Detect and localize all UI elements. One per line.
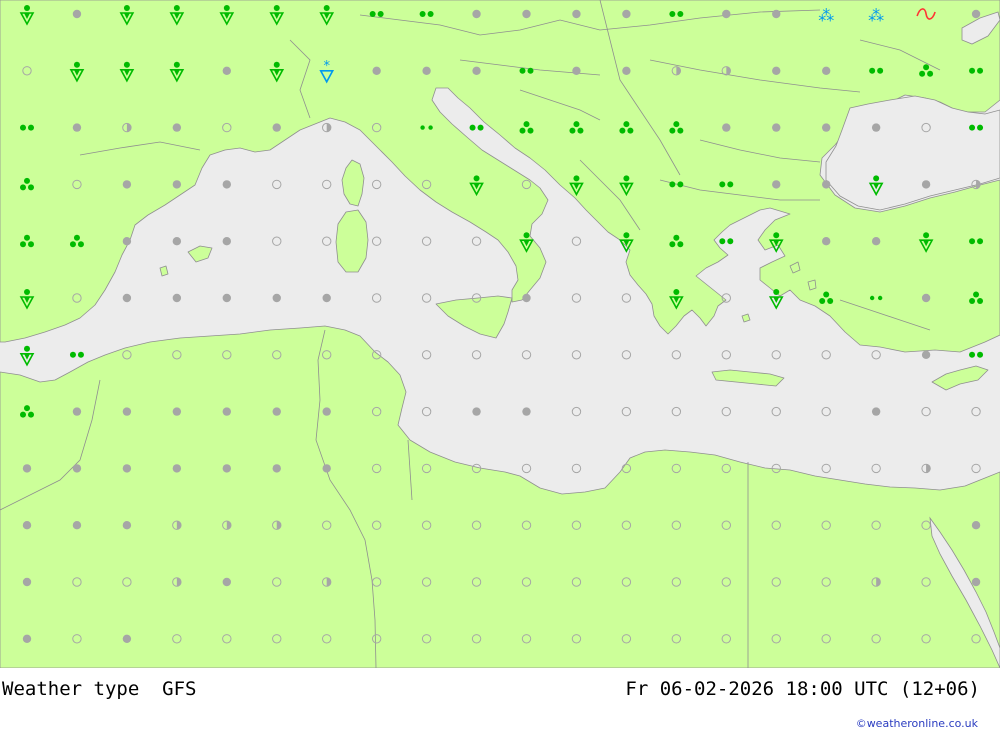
weather-symbol-dry — [871, 407, 881, 416]
weather-symbol-dry — [172, 123, 182, 132]
weather-symbol-dry — [122, 464, 132, 473]
weather-symbol-dry — [122, 293, 132, 303]
model-name: GFS — [162, 678, 197, 700]
weather-symbol-dry — [222, 577, 231, 587]
weather-symbol-dry — [622, 9, 631, 19]
weather-symbol-dry — [572, 66, 581, 76]
weather-symbol-dry — [172, 237, 182, 246]
weather-symbol-dry — [822, 123, 831, 132]
weather-symbol-dry — [871, 237, 881, 246]
weather-symbol-dry — [22, 464, 32, 473]
weather-symbol-dry — [122, 237, 132, 246]
weather-symbol-snow: ⁂ — [868, 6, 884, 25]
map-title: Weather type GFS — [2, 678, 197, 700]
weather-symbol-dry — [72, 123, 82, 132]
weather-symbol-dry — [222, 293, 231, 303]
weather-symbol-dry — [122, 407, 132, 416]
weather-symbol-dry — [772, 9, 781, 19]
weather-symbol-dry — [172, 180, 182, 189]
weather-symbol-dry — [122, 634, 132, 643]
weather-symbol-dry — [172, 464, 182, 473]
weather-symbol-dry — [122, 180, 132, 189]
weather-symbol-dry — [322, 407, 331, 416]
weather-symbol-dry — [522, 407, 531, 416]
weather-symbol-snow: ⁂ — [818, 6, 834, 25]
weather-symbol-dry — [172, 293, 182, 303]
map-title-label: Weather type — [2, 678, 140, 700]
weather-symbol-dry — [772, 66, 781, 76]
weather-symbol-dry — [522, 9, 531, 19]
weather-symbol-dry — [772, 123, 781, 132]
weather-symbol-dry — [222, 407, 231, 416]
weather-symbol-dry — [822, 180, 831, 189]
weather-symbol-dry — [272, 123, 281, 132]
weather-symbol-dry — [172, 407, 182, 416]
weather-symbol-dry — [222, 66, 231, 76]
weather-symbol-dry — [72, 464, 82, 473]
weather-symbol-dry — [472, 66, 481, 76]
weather-symbol-dry — [472, 9, 481, 19]
weather-symbol-dry — [222, 237, 231, 246]
weather-symbol-dry — [772, 180, 781, 189]
forecast-datetime: Fr 06-02-2026 18:00 UTC (12+06) — [625, 678, 980, 700]
weather-symbol-dry — [372, 66, 381, 76]
svg-text:⁂: ⁂ — [818, 6, 834, 25]
weather-symbol-dry — [22, 577, 32, 587]
weather-symbol-dry — [22, 634, 32, 643]
weather-symbol-dry — [222, 464, 231, 473]
weather-symbol-dry — [822, 66, 831, 76]
weather-symbol-dry — [971, 521, 981, 530]
weather-symbol-dry — [822, 237, 831, 246]
weather-symbol-dry — [272, 464, 281, 473]
weather-symbol-dry — [72, 9, 82, 19]
aegean-island-c — [741, 313, 751, 323]
weather-symbol-dry — [921, 293, 931, 303]
weather-symbol-dry — [472, 407, 481, 416]
weather-symbol-dry — [921, 180, 931, 189]
credit-link[interactable]: ©weatheronline.co.uk — [856, 717, 978, 730]
weather-symbol-dry — [622, 66, 631, 76]
weather-symbol-dry — [322, 293, 331, 303]
weather-symbol-dry — [272, 407, 281, 416]
weather-symbol-dry — [22, 521, 32, 530]
weather-symbol-dry — [522, 293, 531, 303]
weather-symbol-dry — [572, 9, 581, 19]
weather-symbol-dry — [72, 407, 82, 416]
weather-symbol-dry — [422, 66, 431, 76]
weather-symbol-dry — [722, 9, 731, 19]
sardinia — [335, 209, 369, 273]
weather-symbol-dry — [722, 123, 731, 132]
weather-symbol-dry — [971, 577, 981, 587]
weather-symbol-dry — [322, 464, 331, 473]
weather-symbol-dry — [222, 180, 231, 189]
weather-symbol-dry — [921, 350, 931, 359]
weather-symbol-dry — [72, 521, 82, 530]
weather-symbol-dry — [122, 521, 132, 530]
weather-symbol-dry — [272, 293, 281, 303]
weather-map: ⁂ ⁂* — [0, 0, 1000, 668]
svg-text:⁂: ⁂ — [868, 6, 884, 25]
weather-symbol-dry — [871, 123, 881, 132]
weather-symbol-dry — [971, 9, 981, 19]
